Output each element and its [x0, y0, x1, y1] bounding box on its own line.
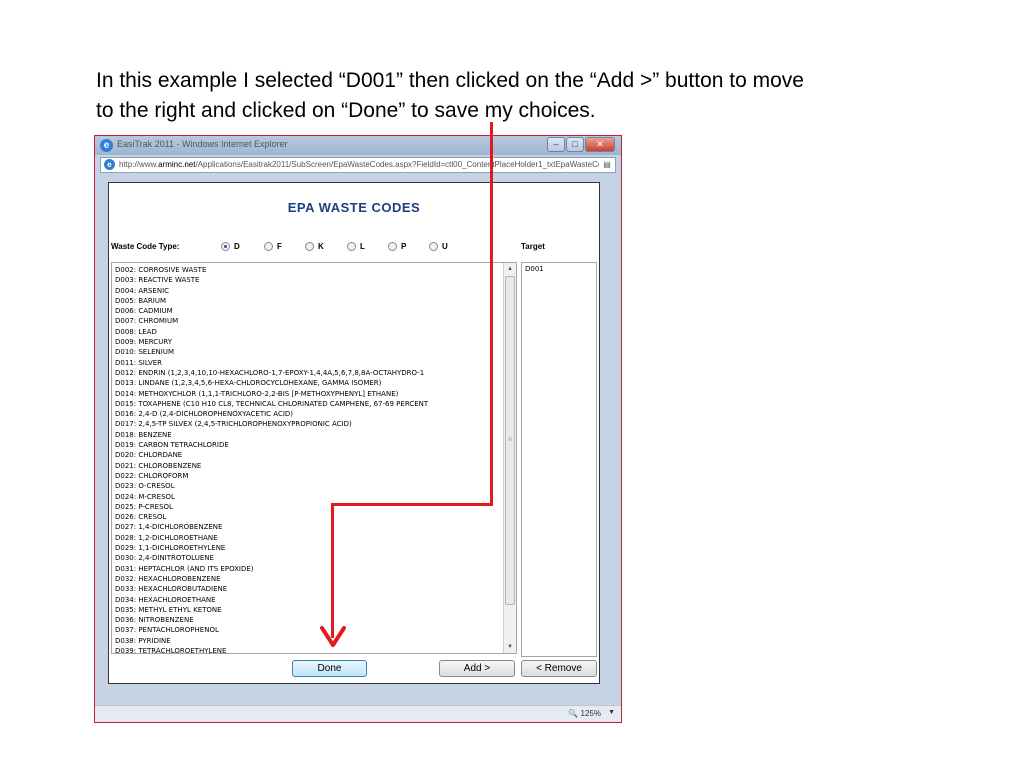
internet-explorer-icon: e	[100, 139, 113, 152]
annotation-arrow-line	[490, 122, 493, 506]
list-item[interactable]: D023: O-CRESOL	[115, 481, 503, 491]
scrollbar-thumb[interactable]: ≡	[505, 276, 515, 605]
list-item[interactable]: D017: 2,4,5-TP SILVEX (2,4,5-TRICHLOROPH…	[115, 419, 503, 429]
radio-k[interactable]: K	[305, 240, 324, 252]
radio-label: P	[401, 241, 407, 251]
source-list-scrollbar[interactable]: ▲ ≡ ▼	[503, 263, 516, 653]
list-item[interactable]: D015: TOXAPHENE (C10 H10 CL8, TECHNICAL …	[115, 399, 503, 409]
list-item[interactable]: D039: TETRACHLOROETHYLENE	[115, 646, 503, 653]
chevron-down-icon[interactable]: ▼	[608, 709, 615, 716]
radio-u[interactable]: U	[429, 240, 448, 252]
list-item[interactable]: D003: REACTIVE WASTE	[115, 275, 503, 285]
list-item[interactable]: D036: NITROBENZENE	[115, 615, 503, 625]
radio-unselected-icon	[388, 241, 397, 251]
list-item[interactable]: D026: CRESOL	[115, 512, 503, 522]
source-listbox[interactable]: D002: CORROSIVE WASTE D003: REACTIVE WAST…	[111, 262, 517, 654]
list-item[interactable]: D028: 1,2-DICHLOROETHANE	[115, 533, 503, 543]
annotation-arrow-line	[331, 503, 493, 506]
list-item[interactable]: D034: HEXACHLOROETHANE	[115, 595, 503, 605]
radio-unselected-icon	[305, 241, 314, 251]
list-item[interactable]: D010: SELENIUM	[115, 347, 503, 357]
radio-l[interactable]: L	[347, 240, 365, 252]
maximize-icon[interactable]: □	[566, 137, 584, 152]
radio-unselected-icon	[429, 241, 438, 251]
caption-line-1: In this example I selected “D001” then c…	[96, 69, 804, 92]
list-item[interactable]: D016: 2,4-D (2,4-DICHLOROPHENOXYACETIC A…	[115, 409, 503, 419]
list-item[interactable]: D002: CORROSIVE WASTE	[115, 265, 503, 275]
list-item[interactable]: D031: HEPTACHLOR (AND ITS EPOXIDE)	[115, 564, 503, 574]
list-item[interactable]: D022: CHLOROFORM	[115, 471, 503, 481]
done-button[interactable]: Done	[292, 660, 367, 677]
source-list-items: D002: CORROSIVE WASTE D003: REACTIVE WAST…	[115, 265, 503, 653]
list-item[interactable]: D029: 1,1-DICHLOROETHYLENE	[115, 543, 503, 553]
page-options-icon[interactable]: ▤	[602, 159, 612, 171]
radio-label: L	[360, 241, 365, 251]
arrow-down-icon	[320, 626, 346, 647]
list-item[interactable]: D033: HEXACHLOROBUTADIENE	[115, 584, 503, 594]
list-item[interactable]: D008: LEAD	[115, 327, 503, 337]
list-item[interactable]: D018: BENZENE	[115, 430, 503, 440]
list-item[interactable]: D011: SILVER	[115, 358, 503, 368]
list-item[interactable]: D020: CHLORDANE	[115, 450, 503, 460]
scroll-up-icon[interactable]: ▲	[504, 263, 516, 275]
list-item[interactable]: D012: ENDRIN (1,2,3,4,10,10-HEXACHLORO-1…	[115, 368, 503, 378]
radio-p[interactable]: P	[388, 240, 406, 252]
list-item[interactable]: D037: PENTACHLOROPHENOL	[115, 625, 503, 635]
list-item[interactable]: D030: 2,4-DINITROTOLUENE	[115, 553, 503, 563]
list-item[interactable]: D004: ARSENIC	[115, 286, 503, 296]
list-item[interactable]: D038: PYRIDINE	[115, 636, 503, 646]
window-controls: – □ ✕	[546, 137, 615, 152]
status-bar: 🔍 125% ▼	[95, 705, 621, 722]
browser-window: e EasiTrak 2011 - Windows Internet Explo…	[94, 135, 622, 723]
page-title: EPA WASTE CODES	[287, 200, 421, 215]
radio-unselected-icon	[264, 241, 273, 251]
radio-label: F	[277, 241, 282, 251]
list-item[interactable]: D019: CARBON TETRACHLORIDE	[115, 440, 503, 450]
radio-label: U	[442, 241, 448, 251]
list-item[interactable]: D007: CHROMIUM	[115, 316, 503, 326]
target-listbox[interactable]: D001	[521, 262, 597, 657]
list-item[interactable]: D032: HEXACHLOROBENZENE	[115, 574, 503, 584]
radio-d[interactable]: D	[221, 240, 240, 252]
list-item[interactable]: D005: BARIUM	[115, 296, 503, 306]
list-item[interactable]: D009: MERCURY	[115, 337, 503, 347]
target-list-item[interactable]: D001	[525, 265, 544, 273]
close-icon[interactable]: ✕	[585, 137, 615, 152]
minimize-icon[interactable]: –	[547, 137, 565, 152]
list-item[interactable]: D006: CADMIUM	[115, 306, 503, 316]
address-url: http://www.arminc.net/Applications/Easit…	[119, 160, 599, 169]
zoom-level[interactable]: 🔍 125%	[568, 709, 601, 718]
list-item[interactable]: D014: METHOXYCHLOR (1,1,1-TRICHLORO-2,2-…	[115, 389, 503, 399]
radio-label: D	[234, 241, 240, 251]
list-item[interactable]: D027: 1,4-DICHLOROBENZENE	[115, 522, 503, 532]
annotation-arrow-line	[331, 503, 334, 638]
target-label: Target	[521, 242, 545, 251]
grip-icon: ≡	[508, 437, 512, 443]
page-icon: e	[104, 159, 115, 170]
window-title: EasiTrak 2011 - Windows Internet Explore…	[117, 139, 288, 149]
address-bar[interactable]: e http://www.arminc.net/Applications/Eas…	[100, 157, 616, 173]
window-titlebar[interactable]: e EasiTrak 2011 - Windows Internet Explo…	[95, 136, 621, 155]
radio-unselected-icon	[347, 241, 356, 251]
waste-code-type-label: Waste Code Type:	[111, 242, 180, 251]
list-item[interactable]: D021: CHLOROBENZENE	[115, 461, 503, 471]
scroll-down-icon[interactable]: ▼	[504, 641, 516, 653]
caption-line-2: to the right and clicked on “Done” to sa…	[96, 99, 596, 122]
list-item[interactable]: D013: LINDANE (1,2,3,4,5,6-HEXA-CHLOROCY…	[115, 378, 503, 388]
radio-selected-icon	[221, 241, 230, 251]
radio-f[interactable]: F	[264, 240, 282, 252]
list-item[interactable]: D035: METHYL ETHYL KETONE	[115, 605, 503, 615]
list-item[interactable]: D024: M-CRESOL	[115, 492, 503, 502]
remove-button[interactable]: < Remove	[521, 660, 597, 677]
radio-label: K	[318, 241, 324, 251]
dialog-content: EPA WASTE CODES Waste Code Type: D F K L…	[108, 182, 600, 684]
instruction-caption: In this example I selected “D001” then c…	[96, 66, 936, 126]
add-button[interactable]: Add >	[439, 660, 515, 677]
